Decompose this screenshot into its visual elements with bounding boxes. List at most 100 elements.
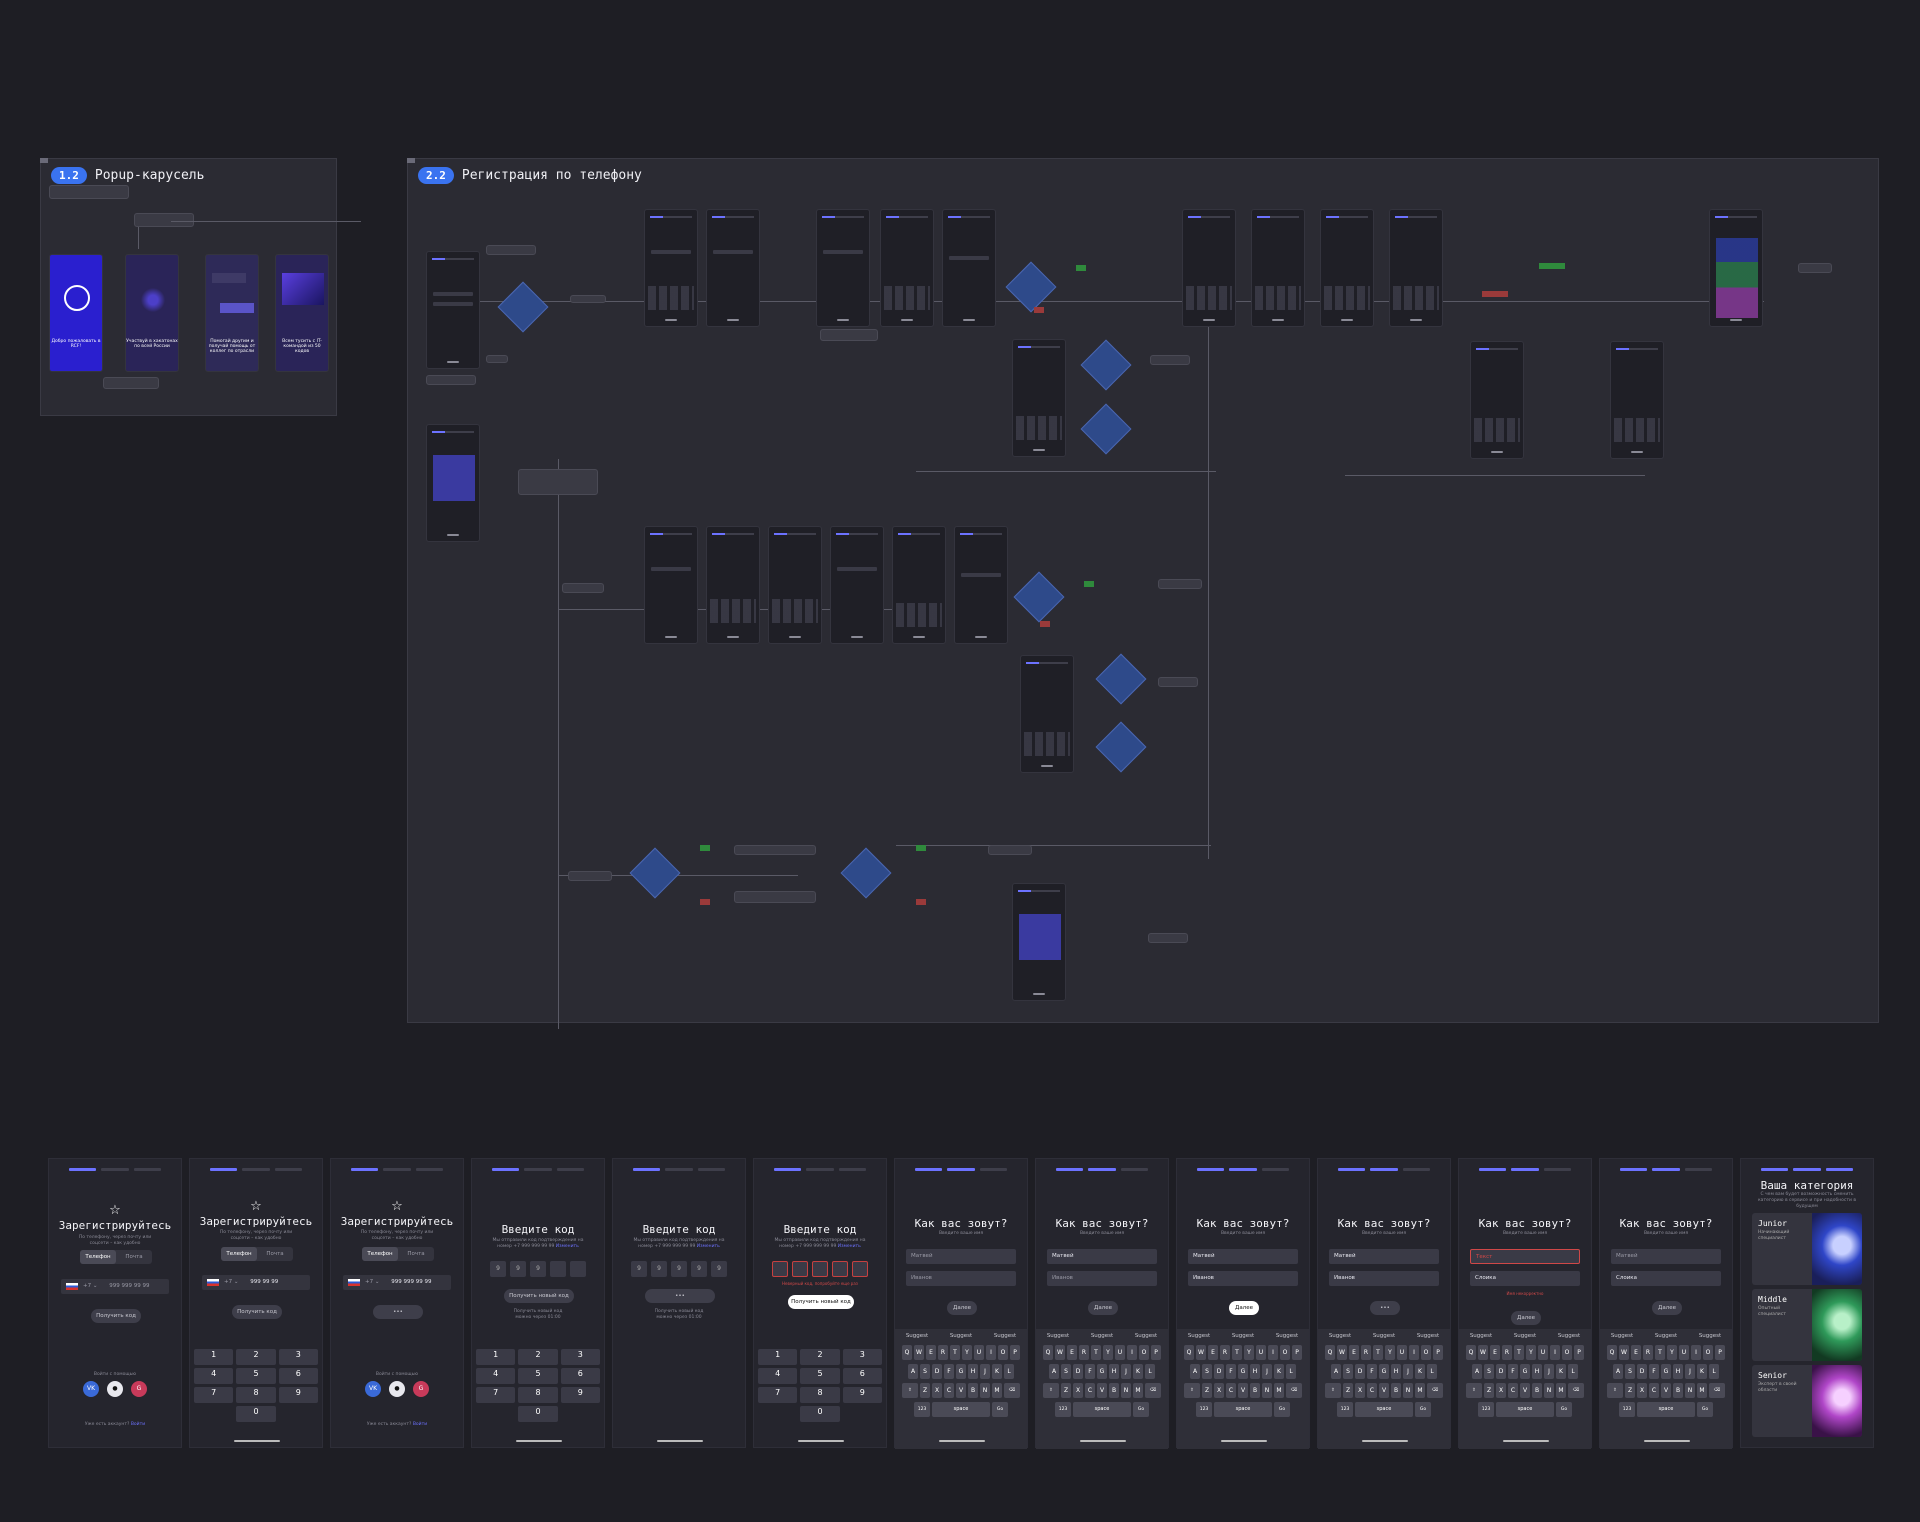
new-code-button[interactable]: Получить новый код — [788, 1295, 854, 1309]
key[interactable]: L — [1145, 1364, 1155, 1379]
first-name-input[interactable]: Матвей — [1047, 1249, 1157, 1264]
numpad-key[interactable]: 4 — [758, 1368, 798, 1384]
numpad-key[interactable]: 4 — [194, 1368, 234, 1384]
key[interactable]: W — [1337, 1345, 1347, 1360]
space-key[interactable]: space — [1355, 1402, 1413, 1417]
login-link[interactable]: Войти — [413, 1422, 427, 1427]
key[interactable]: A — [1331, 1364, 1341, 1379]
key[interactable]: C — [1508, 1383, 1518, 1398]
key[interactable]: Q — [1043, 1345, 1053, 1360]
code-input[interactable] — [772, 1261, 868, 1277]
key[interactable]: Q — [1607, 1345, 1617, 1360]
key[interactable]: Z — [1625, 1383, 1635, 1398]
suggestion[interactable]: Suggest — [1417, 1333, 1439, 1339]
code-digit[interactable]: 9 — [651, 1261, 667, 1277]
key[interactable]: E — [1067, 1345, 1077, 1360]
key[interactable]: I — [1127, 1345, 1137, 1360]
key[interactable]: G — [1238, 1364, 1248, 1379]
flow-screen[interactable] — [816, 209, 870, 327]
vk-icon[interactable]: VK — [365, 1381, 381, 1397]
go-key[interactable]: Go — [1133, 1402, 1149, 1417]
key[interactable]: N — [980, 1383, 990, 1398]
key[interactable]: D — [1496, 1364, 1506, 1379]
key[interactable]: U — [1256, 1345, 1266, 1360]
key[interactable]: F — [1508, 1364, 1518, 1379]
code-digit[interactable] — [772, 1261, 788, 1277]
key[interactable]: N — [1121, 1383, 1131, 1398]
key[interactable]: B — [1109, 1383, 1119, 1398]
key[interactable]: P — [1574, 1345, 1584, 1360]
numpad-key[interactable]: 2 — [800, 1349, 840, 1365]
apple-icon[interactable]: ● — [107, 1381, 123, 1397]
numpad-key[interactable]: 9 — [560, 1387, 600, 1403]
numpad-key[interactable]: 2 — [236, 1349, 276, 1365]
key[interactable]: W — [1478, 1345, 1488, 1360]
flow-screen[interactable] — [892, 526, 946, 644]
numpad-key[interactable]: 1 — [194, 1349, 234, 1365]
key[interactable]: C — [1085, 1383, 1095, 1398]
key[interactable]: Z — [1343, 1383, 1353, 1398]
backspace-icon[interactable]: ⌫ — [1004, 1383, 1020, 1398]
key[interactable]: M — [1274, 1383, 1284, 1398]
key[interactable]: S — [1202, 1364, 1212, 1379]
flow-screen[interactable] — [1182, 209, 1236, 327]
numpad-key[interactable]: 9 — [842, 1387, 882, 1403]
next-button[interactable]: Далее — [1229, 1301, 1259, 1315]
backspace-icon[interactable]: ⌫ — [1145, 1383, 1161, 1398]
key[interactable]: O — [1280, 1345, 1290, 1360]
key[interactable]: X — [932, 1383, 942, 1398]
tab-mail[interactable]: Почта — [116, 1250, 152, 1264]
key[interactable]: E — [1349, 1345, 1359, 1360]
key[interactable]: F — [1367, 1364, 1377, 1379]
flow-screen[interactable] — [1610, 341, 1664, 459]
key[interactable]: L — [1568, 1364, 1578, 1379]
key[interactable]: O — [998, 1345, 1008, 1360]
go-key[interactable]: Go — [992, 1402, 1008, 1417]
key[interactable]: G — [1661, 1364, 1671, 1379]
auth-method-toggle[interactable]: Телефон Почта — [362, 1247, 434, 1261]
key[interactable]: G — [1097, 1364, 1107, 1379]
numpad-key[interactable]: 0 — [518, 1406, 558, 1422]
next-button[interactable]: Далее — [1511, 1311, 1541, 1325]
key[interactable]: O — [1421, 1345, 1431, 1360]
shift-icon[interactable]: ⇧ — [902, 1383, 918, 1398]
phone-input[interactable]: +7 ⌄ 999 999 99 99 — [343, 1275, 451, 1290]
key[interactable]: T — [950, 1345, 960, 1360]
backspace-icon[interactable] — [843, 1406, 882, 1422]
go-key[interactable]: Go — [1415, 1402, 1431, 1417]
numbers-key[interactable]: 123 — [1619, 1402, 1635, 1417]
numpad-key[interactable]: 3 — [842, 1349, 882, 1365]
key[interactable]: O — [1139, 1345, 1149, 1360]
go-key[interactable]: Go — [1697, 1402, 1713, 1417]
key[interactable]: T — [1373, 1345, 1383, 1360]
key[interactable]: X — [1073, 1383, 1083, 1398]
key[interactable]: J — [1544, 1364, 1554, 1379]
key[interactable]: I — [1268, 1345, 1278, 1360]
code-digit[interactable]: 9 — [510, 1261, 526, 1277]
key[interactable]: R — [1079, 1345, 1089, 1360]
key[interactable]: P — [1715, 1345, 1725, 1360]
key[interactable]: H — [1250, 1364, 1260, 1379]
key[interactable]: O — [1703, 1345, 1713, 1360]
numpad-key[interactable]: 6 — [560, 1368, 600, 1384]
key[interactable]: D — [1355, 1364, 1365, 1379]
backspace-icon[interactable]: ⌫ — [1286, 1383, 1302, 1398]
key[interactable]: U — [1115, 1345, 1125, 1360]
suggestion[interactable]: Suggest — [1514, 1333, 1536, 1339]
key[interactable]: T — [1232, 1345, 1242, 1360]
backspace-icon[interactable]: ⌫ — [1568, 1383, 1584, 1398]
get-code-button[interactable]: Получить код — [91, 1309, 141, 1323]
key[interactable]: W — [1055, 1345, 1065, 1360]
carousel-slide-2[interactable]: Участвуй в хакатонах по всей России — [125, 254, 179, 372]
suggestion[interactable]: Suggest — [1373, 1333, 1395, 1339]
shift-icon[interactable]: ⇧ — [1043, 1383, 1059, 1398]
key[interactable]: I — [1550, 1345, 1560, 1360]
key[interactable]: Z — [920, 1383, 930, 1398]
auth-method-toggle[interactable]: Телефон Почта — [80, 1250, 152, 1264]
numpad-key[interactable]: 2 — [518, 1349, 558, 1365]
numpad-key[interactable]: 1 — [758, 1349, 798, 1365]
get-code-button[interactable]: Получить код — [232, 1305, 282, 1319]
tab-mail[interactable]: Почта — [257, 1247, 293, 1261]
key[interactable]: I — [1691, 1345, 1701, 1360]
flow-screen[interactable] — [1709, 209, 1763, 327]
